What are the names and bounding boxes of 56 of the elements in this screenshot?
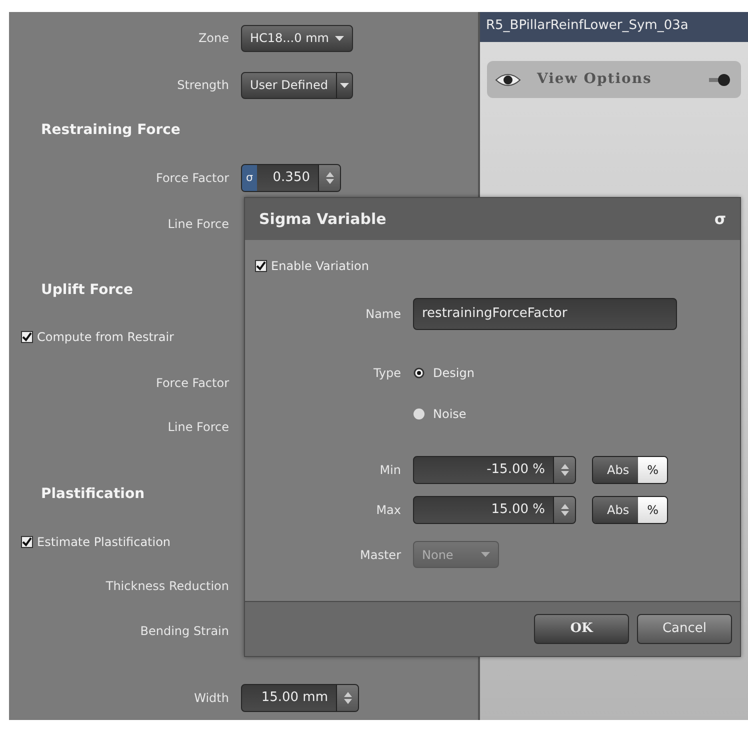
section-heading: Restraining Force bbox=[40, 120, 180, 140]
field-label: Master bbox=[359, 546, 402, 564]
sigma-symbol: σ bbox=[714, 208, 726, 230]
caret-icon bbox=[340, 82, 349, 88]
section-heading: Uplift Force bbox=[40, 280, 133, 300]
checkbox[interactable] bbox=[255, 260, 267, 272]
field-label: Thickness Reduction bbox=[104, 578, 230, 595]
dialog-title: Sigma Variable bbox=[259, 208, 386, 230]
field-label: Force Factor bbox=[154, 170, 230, 187]
cancel-button[interactable]: Cancel bbox=[637, 614, 732, 644]
ok-button[interactable]: OK bbox=[534, 614, 629, 644]
toggle-option[interactable]: % bbox=[638, 457, 668, 483]
spin-arrows-icon bbox=[344, 692, 352, 704]
caret-icon bbox=[335, 36, 344, 40]
field-label: Max bbox=[375, 502, 402, 519]
checkbox[interactable] bbox=[21, 331, 33, 343]
check-icon bbox=[22, 332, 32, 342]
number-field[interactable]: 0.350 bbox=[256, 168, 318, 188]
checkbox-label: Compute from Restrair bbox=[37, 329, 174, 346]
check-icon bbox=[256, 261, 266, 271]
radio-button[interactable]: Design bbox=[413, 364, 474, 382]
field-label: Bending Strain bbox=[139, 623, 230, 640]
field-label: Line Force bbox=[166, 419, 230, 436]
toggle-option[interactable]: % bbox=[638, 497, 668, 523]
field-label: Force Factor bbox=[154, 375, 230, 392]
toggle-option[interactable]: Abs bbox=[593, 457, 638, 483]
radio-button[interactable]: Noise bbox=[413, 405, 466, 423]
field-label: Zone bbox=[197, 30, 230, 47]
dropdown[interactable]: User Defined bbox=[241, 72, 353, 98]
field-label: Min bbox=[378, 462, 402, 479]
field-label: Type bbox=[372, 365, 402, 382]
eye-icon bbox=[495, 72, 521, 88]
field-label: Width bbox=[193, 690, 230, 707]
viewer-title: R5_BPillarReinfLower_Sym_03a bbox=[480, 12, 748, 42]
spin-arrows[interactable] bbox=[336, 685, 358, 711]
checkbox-label: Enable Variation bbox=[271, 258, 369, 275]
sigma-button[interactable]: σ bbox=[242, 165, 257, 191]
dropdown[interactable]: HC18...0 mm bbox=[241, 24, 353, 52]
spin-arrows[interactable] bbox=[553, 457, 575, 483]
caret-icon bbox=[481, 552, 490, 557]
field-label: Strength bbox=[176, 77, 230, 94]
checkbox-label: Estimate Plastification bbox=[37, 534, 171, 551]
toggle-icon bbox=[707, 72, 733, 88]
section-heading: Plastification bbox=[40, 484, 145, 504]
spin-arrows-icon bbox=[560, 464, 568, 476]
field-label: Line Force bbox=[166, 216, 230, 233]
spin-arrows[interactable] bbox=[318, 165, 340, 191]
toggle-option[interactable]: Abs bbox=[593, 497, 638, 523]
checkbox[interactable] bbox=[21, 536, 33, 548]
check-icon bbox=[22, 537, 32, 547]
field-label: Name bbox=[364, 306, 402, 323]
text-field[interactable]: restrainingForceFactor bbox=[413, 298, 677, 330]
spin-arrows-icon bbox=[560, 504, 568, 516]
spin-arrows[interactable] bbox=[553, 497, 575, 523]
view-options-button[interactable]: View Options bbox=[487, 61, 741, 98]
spin-arrows-icon bbox=[326, 172, 334, 184]
